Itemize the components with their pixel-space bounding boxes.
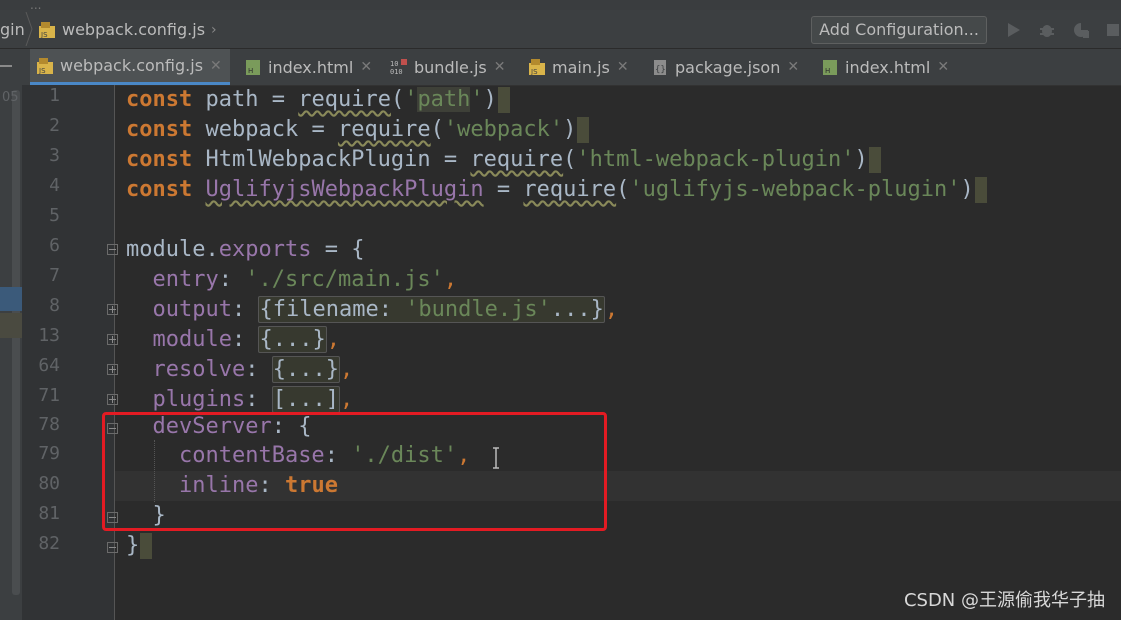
line-number: 3 [49,145,60,166]
left-panel-selection [0,287,22,311]
left-panel-marker [0,313,22,338]
tab-webpack-config[interactable]: JS webpack.config.js ✕ [30,49,230,85]
tab-bundle-js[interactable]: 10 010 bundle.js ✕ [384,49,514,85]
binary-file-icon: 10 010 [390,58,408,76]
line-number: 6 [49,235,60,256]
left-panel-number: 05 [2,90,19,105]
line-number: 80 [38,473,60,494]
js-file-icon: JS [528,58,546,76]
add-configuration-button[interactable]: Add Configuration... [811,16,987,44]
editor-tab-bar: JS webpack.config.js ✕ H index.html ✕ 10… [0,49,1121,86]
line-number: 13 [38,325,60,346]
tab-label: index.html [845,57,931,77]
svg-text:010: 010 [390,68,403,76]
line-number: 1 [49,85,60,106]
breadcrumb-file-label: webpack.config.js [62,20,206,39]
breadcrumb-separator-icon [25,12,33,46]
html-file-icon: H [821,58,839,76]
breadcrumb-arrow: › [211,21,217,38]
tab-label: main.js [552,57,610,77]
code-line-1[interactable]: const path = require('path') [126,85,510,115]
close-icon[interactable]: ✕ [937,59,949,75]
line-number: 82 [38,533,60,554]
fold-expand-icon[interactable] [107,304,118,315]
json-file-icon: {} [651,58,669,76]
tab-index-html-2[interactable]: H index.html ✕ [815,49,955,85]
html-file-icon: H [244,58,262,76]
text-cursor-icon [493,447,499,469]
svg-text:{}: {} [655,65,666,75]
fold-expand-icon[interactable] [107,394,118,405]
js-file-icon: JS [38,21,56,39]
tab-label: bundle.js [414,57,487,77]
close-icon[interactable]: ✕ [210,58,222,74]
code-line-64[interactable]: resolve: {...}, [126,355,353,385]
svg-text:H: H [248,67,253,75]
fold-collapse-icon[interactable] [107,244,118,255]
line-number: 4 [49,175,60,196]
bug-icon[interactable] [1038,21,1056,39]
svg-text:H: H [825,67,830,75]
line-number: 78 [38,414,60,435]
tab-package-json[interactable]: {} package.json ✕ [645,49,809,85]
tab-label: webpack.config.js [60,56,204,75]
tab-index-html[interactable]: H index.html ✕ [238,49,378,85]
tab-label: index.html [268,57,354,77]
svg-text:10: 10 [390,60,398,68]
line-number: 8 [49,295,60,316]
line-number: 5 [49,205,60,226]
code-line-2[interactable]: const webpack = require('webpack') [126,115,590,145]
stop-icon[interactable] [1104,21,1121,39]
close-icon[interactable]: ✕ [360,59,372,75]
tab-overflow-indicator [0,65,12,67]
line-number: 79 [38,443,60,464]
tab-label: package.json [675,57,781,77]
line-number: 7 [49,265,60,286]
code-line-8[interactable]: output: {filename: 'bundle.js'...}, [126,295,618,325]
code-line-4[interactable]: const UglifyjsWebpackPlugin = require('u… [126,175,987,205]
line-number: 2 [49,115,60,136]
left-panel-scrollbar[interactable] [12,90,20,595]
watermark: CSDN @王源偷我华子抽 [903,590,1105,611]
code-line-71[interactable]: plugins: [...], [126,385,353,415]
breadcrumb-project[interactable]: gin [0,20,25,39]
line-number: 71 [38,385,60,406]
line-number: 81 [38,503,60,524]
highlight-annotation-box [102,412,607,531]
close-icon[interactable]: ✕ [617,59,629,75]
close-icon[interactable]: ✕ [787,59,799,75]
play-icon[interactable] [1004,21,1022,39]
line-number: 64 [38,355,60,376]
tab-main-js[interactable]: JS main.js ✕ [522,49,636,85]
js-file-icon: JS [36,57,54,75]
svg-text:JS: JS [40,31,48,39]
code-line-82[interactable]: } [126,531,153,561]
navigation-bar: ... gin JS webpack.config.js › Add Confi… [0,0,1121,49]
code-line-7[interactable]: entry: './src/main.js', [126,265,458,295]
code-line-13[interactable]: module: {...}, [126,325,340,355]
close-icon[interactable]: ✕ [494,59,506,75]
code-line-3[interactable]: const HtmlWebpackPlugin = require('html-… [126,145,881,175]
breadcrumb-file[interactable]: JS webpack.config.js › [38,20,217,39]
coverage-icon[interactable] [1072,21,1090,39]
fold-end-icon[interactable] [107,542,118,553]
svg-text:JS: JS [38,67,46,75]
fold-expand-icon[interactable] [107,364,118,375]
svg-text:JS: JS [530,68,538,76]
title-strip: ... [0,0,1121,10]
code-line-6[interactable]: module.exports = { [126,235,364,265]
fold-expand-icon[interactable] [107,334,118,345]
